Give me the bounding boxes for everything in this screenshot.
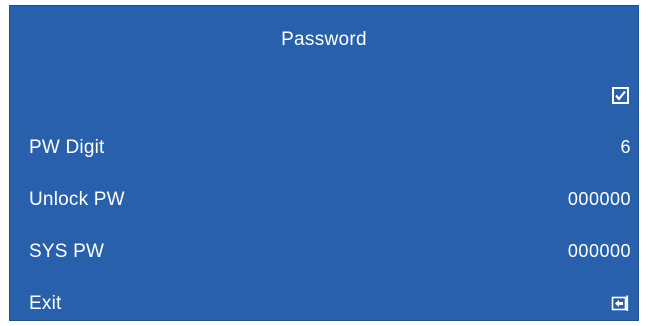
pw-digit-row[interactable]: PW Digit 6 [10, 126, 638, 170]
return-icon[interactable] [611, 294, 629, 312]
enable-password-row[interactable] [10, 74, 638, 118]
enable-password-checkbox[interactable] [612, 87, 629, 104]
pw-digit-label: PW Digit [29, 137, 105, 158]
exit-row[interactable]: Exit [10, 282, 638, 326]
exit-label[interactable]: Exit [29, 293, 61, 315]
checkmark-icon [615, 90, 626, 101]
menu-title: Password [281, 29, 367, 50]
sys-pw-row[interactable]: SYS PW 000000 [10, 230, 638, 274]
password-menu-panel: Password PW Digit 6 Unlock PW 000000 SYS… [9, 5, 639, 321]
unlock-pw-row[interactable]: Unlock PW 000000 [10, 178, 638, 222]
sys-pw-value[interactable]: 000000 [568, 241, 631, 262]
pw-digit-value[interactable]: 6 [620, 137, 631, 158]
unlock-pw-value[interactable]: 000000 [568, 189, 631, 210]
unlock-pw-label: Unlock PW [29, 189, 125, 210]
sys-pw-label: SYS PW [29, 241, 105, 262]
